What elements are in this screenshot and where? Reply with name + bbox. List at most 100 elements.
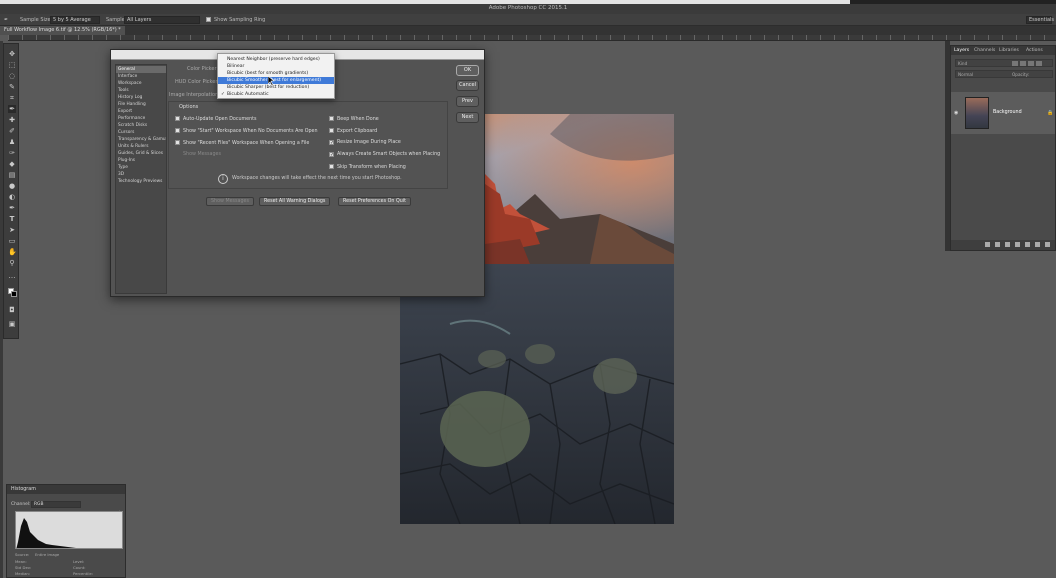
category-interface[interactable]: Interface xyxy=(116,73,166,80)
layer-filter-row[interactable]: Kind xyxy=(955,59,1053,67)
trash-icon[interactable] xyxy=(1045,242,1050,247)
always-create-smart-objects-checkbox[interactable]: ✓ Always Create Smart Objects when Placin… xyxy=(329,152,440,158)
category-type[interactable]: Type xyxy=(116,164,166,171)
export-clipboard-checkbox[interactable]: Export Clipboard xyxy=(329,128,377,134)
beep-when-done-checkbox[interactable]: Beep When Done xyxy=(329,116,379,122)
path-select-icon[interactable]: ➤ xyxy=(8,226,16,234)
show-sampling-ring-checkbox[interactable] xyxy=(206,17,211,22)
category-export[interactable]: Export xyxy=(116,108,166,115)
skip-transform-checkbox[interactable]: Skip Transform when Placing xyxy=(329,164,406,170)
menu-item-bicubic-automatic[interactable]: ✓ Bicubic Automatic xyxy=(218,91,334,98)
checkbox-box[interactable] xyxy=(329,128,334,133)
layer-row-background[interactable]: ◉ Background 🔒 xyxy=(951,92,1055,134)
dodge-tool-icon[interactable]: ◐ xyxy=(8,193,16,201)
show-messages-button[interactable]: Show Messages xyxy=(206,197,254,206)
add-mask-icon[interactable] xyxy=(1005,242,1010,247)
filter-shape-icon[interactable] xyxy=(1036,61,1042,66)
checkbox-box[interactable] xyxy=(175,116,180,121)
marquee-tool-icon[interactable]: ⬚ xyxy=(8,61,16,69)
show-recent-files-checkbox[interactable]: Show "Recent Files" Workspace When Openi… xyxy=(175,140,309,146)
channel-select[interactable]: RGB xyxy=(31,501,81,508)
category-cursors[interactable]: Cursors xyxy=(116,129,166,136)
tab-channels[interactable]: Channels xyxy=(974,47,995,54)
category-units-rulers[interactable]: Units & Rulers xyxy=(116,143,166,150)
category-history-log[interactable]: History Log xyxy=(116,94,166,101)
shape-tool-icon[interactable]: ▭ xyxy=(8,237,16,245)
clone-stamp-icon[interactable]: ♟ xyxy=(8,138,16,146)
screen-mode-icon[interactable]: ▣ xyxy=(8,320,16,328)
checkbox-box-checked[interactable]: ✓ xyxy=(329,140,334,146)
link-layers-icon[interactable] xyxy=(985,242,990,247)
history-brush-icon[interactable]: ✑ xyxy=(8,149,16,157)
checkbox-box-checked[interactable]: ✓ xyxy=(329,152,334,158)
eyedropper-tool-icon[interactable]: ✒ xyxy=(4,17,8,23)
menu-item-bicubic[interactable]: Bicubic (best for smooth gradients) xyxy=(218,70,334,77)
color-swatches-icon[interactable] xyxy=(8,288,17,297)
crop-tool-icon[interactable]: ⌗ xyxy=(8,94,16,102)
checkbox-box[interactable] xyxy=(175,128,180,133)
show-start-workspace-checkbox[interactable]: Show "Start" Workspace When No Documents… xyxy=(175,128,318,134)
category-plugins[interactable]: Plug-Ins xyxy=(116,157,166,164)
category-technology-previews[interactable]: Technology Previews xyxy=(116,178,166,185)
menu-item-bicubic-smoother[interactable]: Bicubic Smoother (best for enlargement) xyxy=(218,77,334,84)
category-3d[interactable]: 3D xyxy=(116,171,166,178)
more-tools-icon[interactable]: … xyxy=(8,272,16,280)
category-file-handling[interactable]: File Handling xyxy=(116,101,166,108)
document-tab[interactable]: Full Workflow Image 6.tif @ 12.5% (RGB/1… xyxy=(0,26,125,35)
category-guides-grid[interactable]: Guides, Grid & Slices xyxy=(116,150,166,157)
tab-actions[interactable]: Actions xyxy=(1026,47,1043,54)
category-general[interactable]: General xyxy=(116,66,166,73)
eyedropper-tool-icon[interactable]: ✒ xyxy=(8,105,16,113)
adjustment-layer-icon[interactable] xyxy=(1015,242,1020,247)
healing-brush-icon[interactable]: ✚ xyxy=(8,116,16,124)
category-performance[interactable]: Performance xyxy=(116,115,166,122)
blend-mode-select[interactable]: Normal xyxy=(958,72,973,77)
auto-update-checkbox[interactable]: Auto-Update Open Documents xyxy=(175,116,257,122)
blur-tool-icon[interactable]: ● xyxy=(8,182,16,190)
menu-item-bicubic-sharper[interactable]: Bicubic Sharper (best for reduction) xyxy=(218,84,334,91)
gradient-tool-icon[interactable]: ▤ xyxy=(8,171,16,179)
checkbox-box[interactable] xyxy=(175,140,180,145)
category-scratch-disks[interactable]: Scratch Disks xyxy=(116,122,166,129)
source-value[interactable]: Entire Image xyxy=(35,552,59,557)
category-workspace[interactable]: Workspace xyxy=(116,80,166,87)
quick-select-tool-icon[interactable]: ✎ xyxy=(8,83,16,91)
ok-button[interactable]: OK xyxy=(456,65,479,76)
checkbox-box[interactable] xyxy=(329,164,334,169)
sample-select[interactable]: All Layers xyxy=(124,16,200,24)
filter-type-icon[interactable] xyxy=(1028,61,1034,66)
tab-layers[interactable]: Layers xyxy=(954,47,969,54)
resize-during-place-checkbox[interactable]: ✓ Resize Image During Place xyxy=(329,140,401,146)
sample-size-select[interactable]: 5 by 5 Average xyxy=(50,16,100,24)
visibility-eye-icon[interactable]: ◉ xyxy=(954,110,958,116)
lasso-tool-icon[interactable]: ◌ xyxy=(8,72,16,80)
blend-mode-row[interactable]: Normal Opacity: xyxy=(955,70,1053,78)
checkbox-box[interactable] xyxy=(329,116,334,121)
layer-filter-kind[interactable]: Kind xyxy=(958,61,967,66)
layer-style-icon[interactable] xyxy=(995,242,1000,247)
next-button[interactable]: Next xyxy=(456,112,479,123)
category-transparency[interactable]: Transparency & Gamut xyxy=(116,136,166,143)
prev-button[interactable]: Prev xyxy=(456,96,479,107)
type-tool-icon[interactable]: T xyxy=(8,215,16,223)
new-layer-icon[interactable] xyxy=(1035,242,1040,247)
reset-preferences-button[interactable]: Reset Preferences On Quit xyxy=(338,197,412,206)
move-tool-icon[interactable]: ✥ xyxy=(8,50,16,58)
brush-tool-icon[interactable]: ✐ xyxy=(8,127,16,135)
workspace-switcher[interactable]: Essentials xyxy=(1026,16,1054,24)
reset-warning-dialogs-button[interactable]: Reset All Warning Dialogs xyxy=(259,197,331,206)
cancel-button[interactable]: Cancel xyxy=(456,80,479,91)
menu-item-bilinear[interactable]: Bilinear xyxy=(218,63,334,70)
eraser-tool-icon[interactable]: ◆ xyxy=(8,160,16,168)
hand-tool-icon[interactable]: ✋ xyxy=(8,248,17,256)
zoom-tool-icon[interactable]: ⚲ xyxy=(8,259,16,267)
filter-adjustment-icon[interactable] xyxy=(1020,61,1026,66)
new-group-icon[interactable] xyxy=(1025,242,1030,247)
category-tools[interactable]: Tools xyxy=(116,87,166,94)
quick-mask-icon[interactable]: ◘ xyxy=(8,306,16,314)
menu-item-nearest-neighbor[interactable]: Nearest Neighbor (preserve hard edges) xyxy=(218,56,334,63)
histogram-tab[interactable]: Histogram xyxy=(7,485,125,494)
filter-pixel-icon[interactable] xyxy=(1012,61,1018,66)
tab-libraries[interactable]: Libraries xyxy=(999,47,1019,54)
pen-tool-icon[interactable]: ✒ xyxy=(8,204,16,212)
